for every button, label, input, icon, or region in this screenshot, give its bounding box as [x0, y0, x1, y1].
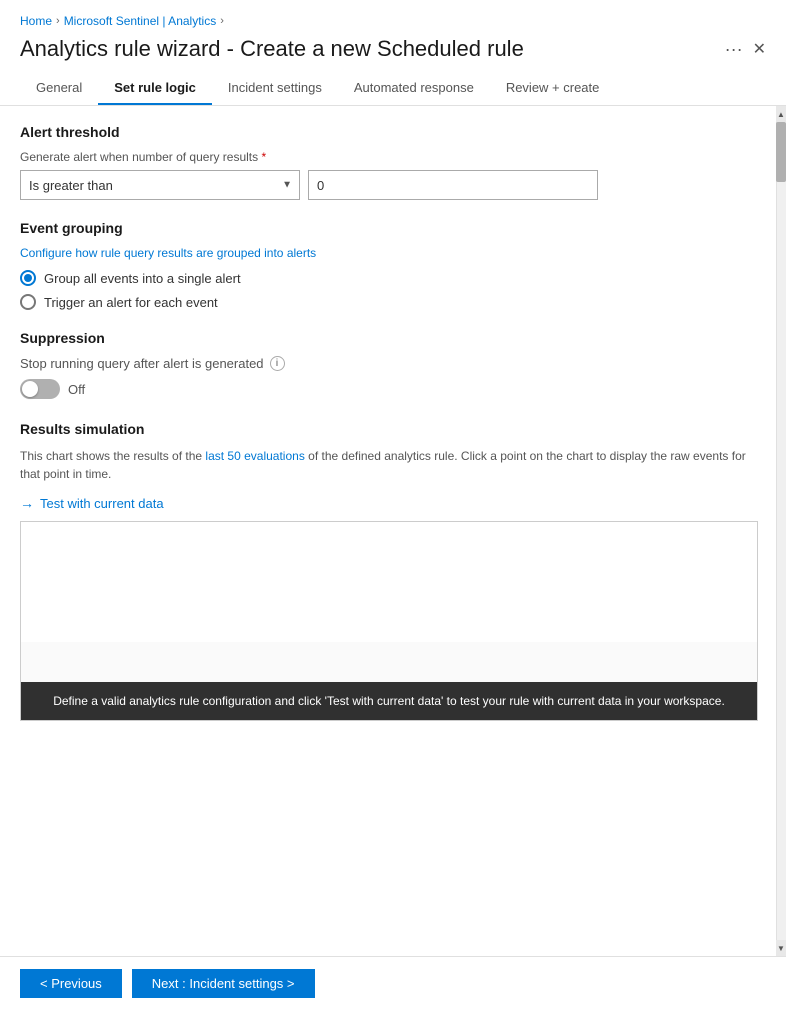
chart-message: Define a valid analytics rule configurat…: [21, 682, 757, 720]
radio-checked-icon: [20, 270, 36, 286]
radio-group-single-label: Group all events into a single alert: [44, 271, 241, 286]
tab-review-create[interactable]: Review + create: [490, 72, 616, 105]
results-description: This chart shows the results of the last…: [20, 447, 758, 483]
scrollbar-thumb[interactable]: [776, 122, 786, 182]
breadcrumb: Home › Microsoft Sentinel | Analytics ›: [0, 0, 786, 32]
threshold-select[interactable]: Is greater than Is less than Is equal to: [20, 170, 300, 200]
test-with-current-data-link[interactable]: → Test with current data: [20, 495, 758, 511]
suppression-title: Suppression: [20, 330, 758, 346]
desc-highlight: last 50 evaluations: [205, 449, 304, 463]
tab-automated-response[interactable]: Automated response: [338, 72, 490, 105]
previous-button[interactable]: < Previous: [20, 969, 122, 998]
page-title: Analytics rule wizard - Create a new Sch…: [20, 36, 715, 62]
radio-trigger-each[interactable]: Trigger an alert for each event: [20, 294, 758, 310]
page-title-row: Analytics rule wizard - Create a new Sch…: [0, 32, 786, 72]
event-grouping-section: Event grouping Configure how rule query …: [20, 220, 758, 310]
info-icon[interactable]: i: [270, 356, 285, 371]
scrollbar-track: ▲ ▼: [776, 106, 786, 956]
chart-top-area: [21, 522, 757, 642]
breadcrumb-sep-2: ›: [220, 15, 224, 27]
suppression-section: Suppression Stop running query after ale…: [20, 330, 758, 399]
suppression-toggle[interactable]: [20, 379, 60, 399]
suppression-row: Stop running query after alert is genera…: [20, 356, 758, 371]
breadcrumb-sentinel[interactable]: Microsoft Sentinel | Analytics: [64, 14, 217, 28]
page-container: Home › Microsoft Sentinel | Analytics › …: [0, 0, 786, 1010]
required-star: *: [261, 150, 266, 164]
tab-general[interactable]: General: [20, 72, 98, 105]
scroll-container[interactable]: Alert threshold Generate alert when numb…: [0, 106, 786, 956]
threshold-field-label: Generate alert when number of query resu…: [20, 150, 758, 164]
scrollbar-up-arrow[interactable]: ▲: [776, 106, 786, 122]
breadcrumb-home[interactable]: Home: [20, 14, 52, 28]
next-button[interactable]: Next : Incident settings >: [132, 969, 315, 998]
tab-set-rule-logic[interactable]: Set rule logic: [98, 72, 212, 105]
toggle-row: Off: [20, 379, 758, 399]
radio-group-single[interactable]: Group all events into a single alert: [20, 270, 758, 286]
tabs-row: General Set rule logic Incident settings…: [0, 72, 786, 106]
content-area: Alert threshold Generate alert when numb…: [0, 106, 786, 956]
breadcrumb-sep-1: ›: [56, 15, 60, 27]
threshold-inputs: Is greater than Is less than Is equal to…: [20, 170, 758, 200]
threshold-select-wrapper: Is greater than Is less than Is equal to…: [20, 170, 300, 200]
radio-unchecked-icon: [20, 294, 36, 310]
results-simulation-section: Results simulation This chart shows the …: [20, 421, 758, 721]
event-grouping-title: Event grouping: [20, 220, 758, 236]
toggle-knob: [22, 381, 38, 397]
alert-threshold-section: Alert threshold Generate alert when numb…: [20, 124, 758, 200]
toggle-label: Off: [68, 382, 85, 397]
tab-incident-settings[interactable]: Incident settings: [212, 72, 338, 105]
close-button[interactable]: ✕: [753, 39, 766, 59]
chart-container: Define a valid analytics rule configurat…: [20, 521, 758, 721]
footer-bar: < Previous Next : Incident settings >: [0, 956, 786, 1010]
test-link-label: Test with current data: [40, 496, 164, 511]
alert-threshold-title: Alert threshold: [20, 124, 758, 140]
arrow-right-icon: →: [20, 495, 34, 511]
threshold-number-input[interactable]: [308, 170, 598, 200]
menu-icon[interactable]: ···: [725, 39, 743, 60]
radio-trigger-each-label: Trigger an alert for each event: [44, 295, 218, 310]
event-grouping-subtitle: Configure how rule query results are gro…: [20, 246, 758, 260]
scrollbar-down-arrow[interactable]: ▼: [776, 940, 786, 956]
stop-query-label: Stop running query after alert is genera…: [20, 356, 264, 371]
results-simulation-title: Results simulation: [20, 421, 758, 437]
event-grouping-radio-group: Group all events into a single alert Tri…: [20, 270, 758, 310]
